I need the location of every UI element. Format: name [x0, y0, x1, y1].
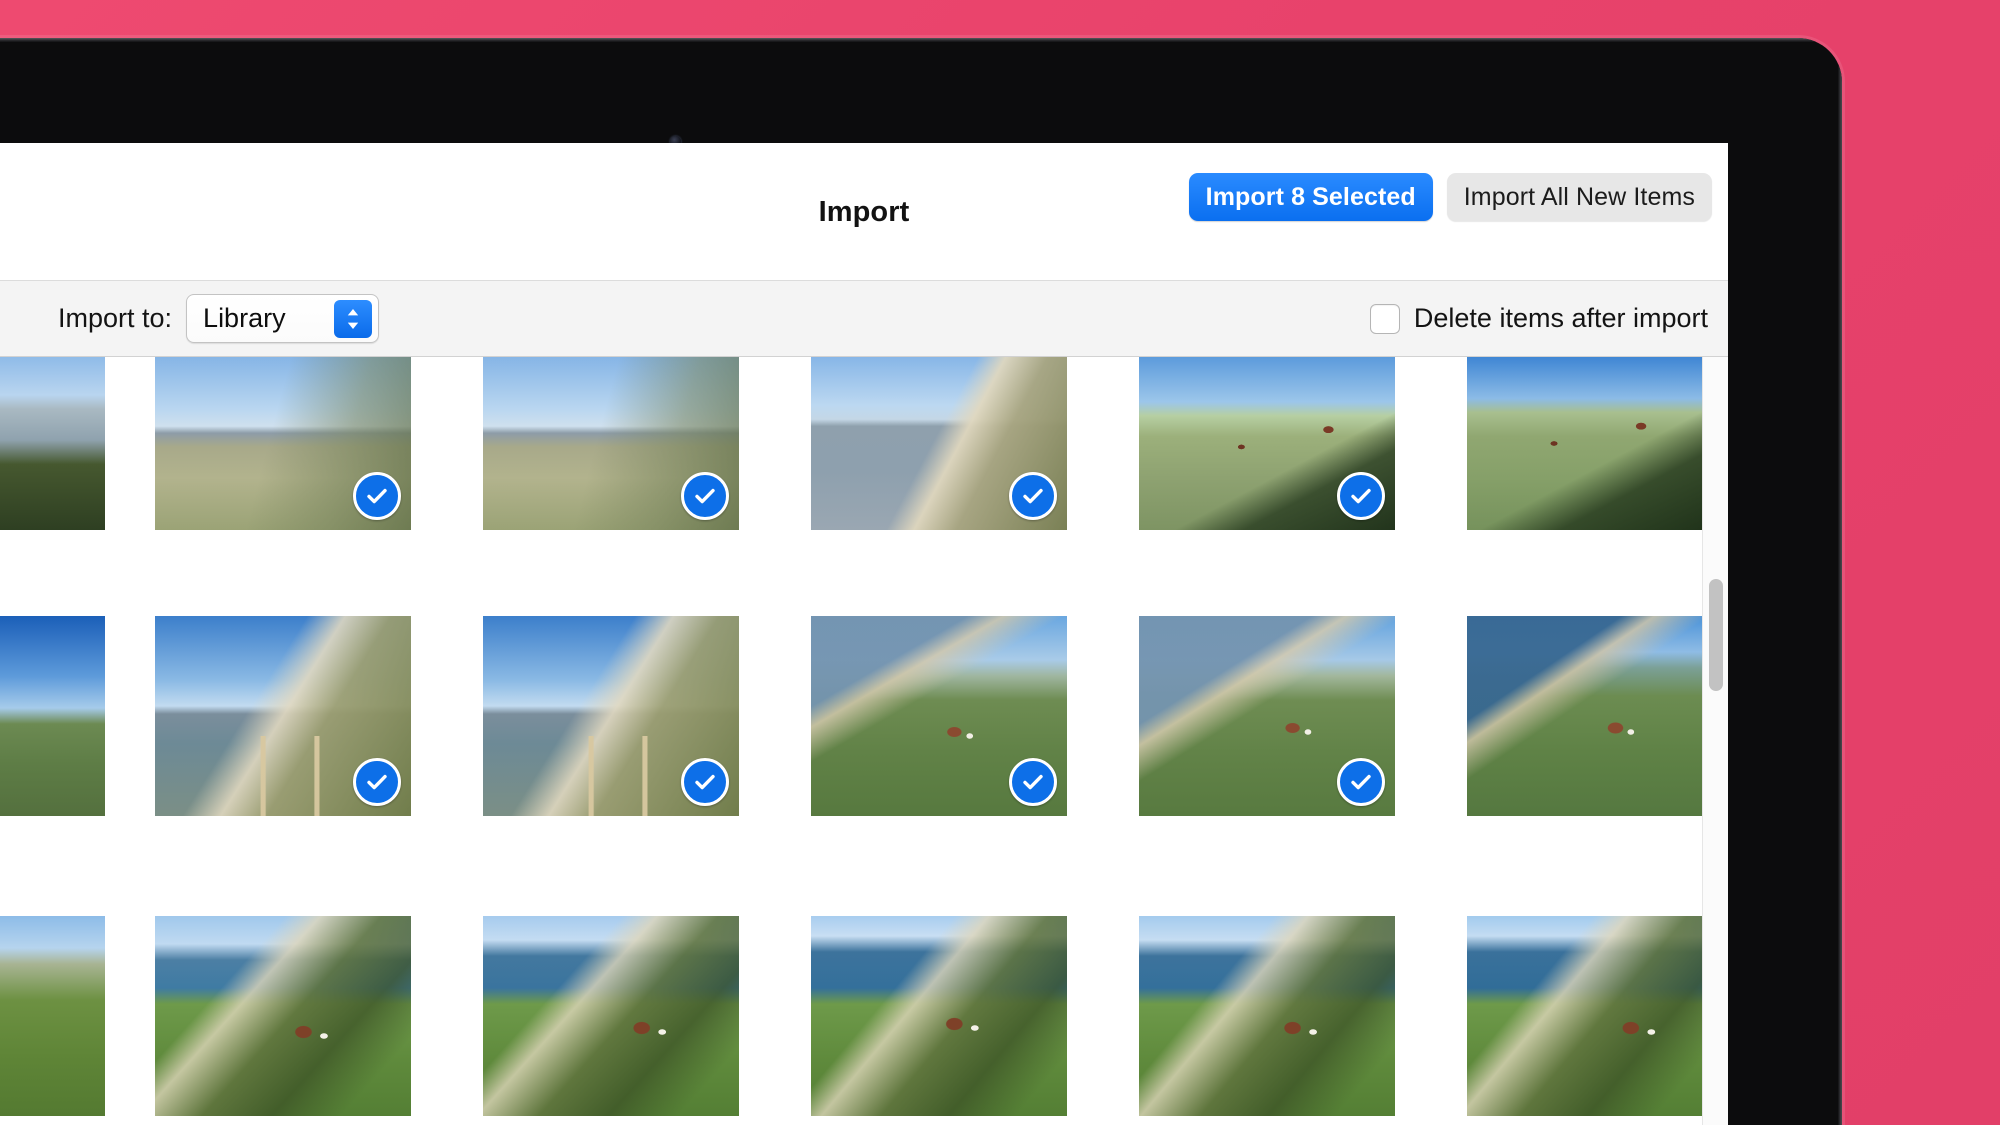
- import-selected-button[interactable]: Import 8 Selected: [1188, 173, 1433, 221]
- photo-artwork-cow: [811, 916, 1067, 1116]
- grid-scrollbar-thumb[interactable]: [1709, 579, 1723, 691]
- photo-artwork: [0, 616, 105, 816]
- photo-thumbnail[interactable]: [0, 357, 105, 530]
- photo-artwork-cow: [1139, 916, 1395, 1116]
- photo-artwork: [0, 357, 105, 530]
- selection-check-circle-icon[interactable]: [1009, 472, 1057, 520]
- selection-check-circle-icon[interactable]: [1337, 472, 1385, 520]
- photo-grid-row: [0, 916, 1723, 1116]
- delete-after-import-label: Delete items after import: [1413, 303, 1708, 333]
- selection-check-circle-icon[interactable]: [353, 472, 401, 520]
- photo-thumbnail[interactable]: [1467, 616, 1723, 816]
- bezel-right-highlight: [1838, 38, 1842, 1125]
- photo-thumbnail[interactable]: [1467, 916, 1723, 1116]
- photo-artwork-cow: [0, 916, 105, 1116]
- photo-thumbnail[interactable]: [155, 616, 411, 816]
- photo-grid-row: [0, 357, 1723, 530]
- photo-grid-scroll-area[interactable]: [0, 357, 1728, 1125]
- photo-thumbnail[interactable]: [0, 616, 105, 816]
- photo-grid: [0, 357, 1723, 1116]
- laptop-device: Import Import 8 Selected Import All New …: [0, 38, 1842, 1125]
- import-to-select-value: Library: [203, 303, 286, 333]
- app-window: Import Import 8 Selected Import All New …: [0, 143, 1728, 1125]
- photo-thumbnail[interactable]: [811, 916, 1067, 1116]
- photo-thumbnail[interactable]: [0, 916, 105, 1116]
- photo-artwork-cow: [1467, 357, 1723, 530]
- grid-scrollbar[interactable]: [1702, 357, 1728, 1125]
- photo-thumbnail[interactable]: [1139, 916, 1395, 1116]
- selection-check-circle-icon[interactable]: [681, 758, 729, 806]
- photo-thumbnail[interactable]: [155, 357, 411, 530]
- selection-check-circle-icon[interactable]: [1337, 758, 1385, 806]
- import-to-label: Import to:: [58, 303, 173, 333]
- chevron-up-down-icon: [334, 300, 373, 338]
- import-to-select[interactable]: Library: [186, 294, 380, 343]
- photo-artwork-cow: [483, 916, 739, 1116]
- photo-thumbnail[interactable]: [811, 616, 1067, 816]
- bezel-top-highlight: [0, 38, 1842, 42]
- photo-thumbnail[interactable]: [1139, 616, 1395, 816]
- photo-artwork-cow: [1467, 916, 1723, 1116]
- titlebar-actions: Import 8 Selected Import All New Items: [1188, 173, 1712, 221]
- photo-thumbnail[interactable]: [483, 616, 739, 816]
- delete-after-import-checkbox[interactable]: [1369, 303, 1400, 334]
- photo-artwork-cow: [1467, 616, 1723, 816]
- photo-thumbnail[interactable]: [483, 916, 739, 1116]
- photo-thumbnail[interactable]: [483, 357, 739, 530]
- import-all-new-items-button[interactable]: Import All New Items: [1446, 173, 1712, 221]
- photo-artwork-cow: [155, 916, 411, 1116]
- delete-after-import-control[interactable]: Delete items after import: [1369, 303, 1708, 334]
- photo-thumbnail[interactable]: [811, 357, 1067, 530]
- selection-check-circle-icon[interactable]: [353, 758, 401, 806]
- import-toolbar: Import to: Library Delete items after im…: [0, 281, 1728, 357]
- photo-thumbnail[interactable]: [155, 916, 411, 1116]
- photo-thumbnail[interactable]: [1467, 357, 1723, 530]
- photo-thumbnail[interactable]: [1139, 357, 1395, 530]
- selection-check-circle-icon[interactable]: [1009, 758, 1057, 806]
- selection-check-circle-icon[interactable]: [681, 472, 729, 520]
- photo-grid-row: [0, 616, 1723, 816]
- window-titlebar: Import Import 8 Selected Import All New …: [0, 143, 1728, 281]
